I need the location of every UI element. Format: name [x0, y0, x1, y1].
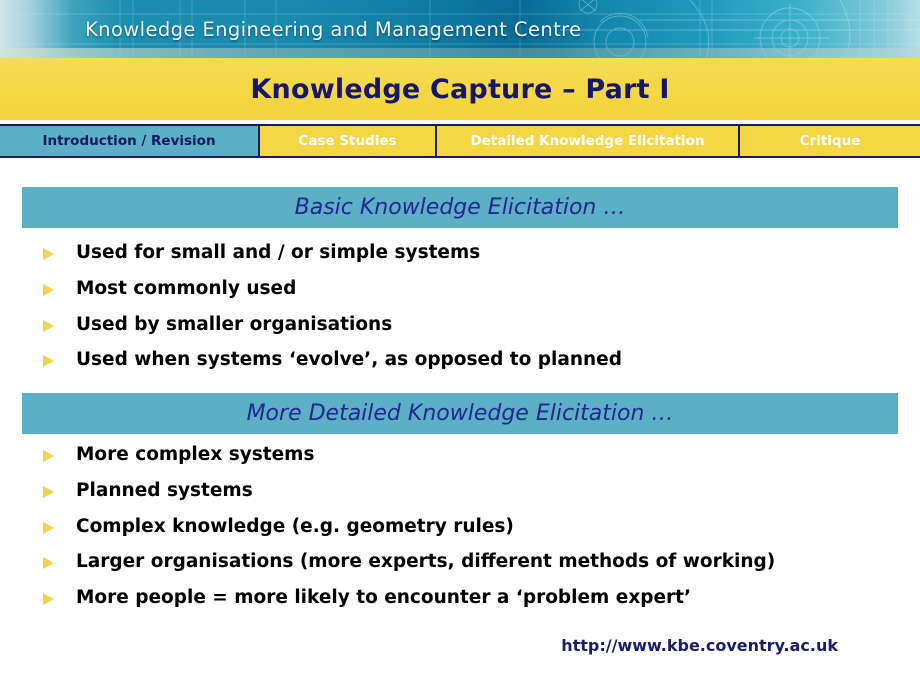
tab-label: Introduction / Revision: [42, 133, 216, 149]
list-item: Complex knowledge (e.g. geometry rules): [42, 514, 892, 541]
list-item-text: Used when systems ‘evolve’, as opposed t…: [76, 349, 622, 371]
triangle-bullet-icon: [42, 283, 56, 297]
list-item-text: Used by smaller organisations: [76, 313, 393, 335]
section-heading-text: Basic Knowledge Elicitation …: [294, 195, 626, 220]
list-item: Used for small and / or simple systems: [42, 240, 892, 267]
section-header-basic-elicitation: Basic Knowledge Elicitation …: [22, 187, 898, 228]
list-item: More complex systems: [42, 442, 892, 469]
triangle-bullet-icon: [42, 449, 56, 463]
list-item: Used by smaller organisations: [42, 312, 892, 339]
triangle-bullet-icon: [42, 592, 56, 606]
triangle-bullet-icon: [42, 319, 56, 333]
list-item: More people = more likely to encounter a…: [42, 585, 892, 612]
tab-label: Detailed Knowledge Elicitation: [470, 133, 705, 149]
triangle-bullet-icon: [42, 521, 56, 535]
section-heading-text: More Detailed Knowledge Elicitation …: [246, 401, 674, 426]
list-item-text: Larger organisations (more experts, diff…: [76, 551, 776, 573]
triangle-bullet-icon: [42, 485, 56, 499]
section-tab-strip[interactable]: Introduction / Revision Case Studies Det…: [0, 124, 920, 158]
triangle-bullet-icon: [42, 354, 56, 368]
list-item: Used when systems ‘evolve’, as opposed t…: [42, 347, 892, 374]
bullet-list-detailed-elicitation: More complex systems Planned systems Com…: [42, 442, 892, 621]
list-item: Most commonly used: [42, 276, 892, 303]
list-item-text: More people = more likely to encounter a…: [76, 587, 692, 609]
list-item-text: Used for small and / or simple systems: [76, 242, 481, 263]
list-item-text: More complex systems: [76, 444, 315, 465]
tab-detailed-knowledge-elicitation[interactable]: Detailed Knowledge Elicitation: [437, 126, 740, 156]
slide-title-bar: Knowledge Capture – Part I: [0, 58, 920, 120]
page-title: Knowledge Capture – Part I: [250, 73, 670, 105]
tab-introduction-revision[interactable]: Introduction / Revision: [0, 126, 260, 156]
page-banner: Knowledge Engineering and Management Cen…: [0, 0, 920, 58]
tab-label: Critique: [799, 133, 861, 149]
triangle-bullet-icon: [42, 247, 56, 261]
list-item-text: Complex knowledge (e.g. geometry rules): [76, 515, 514, 537]
list-item: Larger organisations (more experts, diff…: [42, 549, 892, 576]
list-item-text: Planned systems: [76, 479, 253, 501]
triangle-bullet-icon: [42, 556, 56, 570]
tab-label: Case Studies: [298, 133, 397, 149]
footer-website-url[interactable]: http://www.kbe.coventry.ac.uk: [561, 636, 838, 655]
banner-bottom-fade: [0, 48, 920, 58]
organisation-title: Knowledge Engineering and Management Cen…: [85, 18, 582, 41]
bullet-list-basic-elicitation: Used for small and / or simple systems M…: [42, 240, 892, 383]
list-item: Planned systems: [42, 478, 892, 505]
tab-critique[interactable]: Critique: [740, 126, 920, 156]
tab-case-studies[interactable]: Case Studies: [260, 126, 437, 156]
section-header-more-detailed-elicitation: More Detailed Knowledge Elicitation …: [22, 393, 898, 434]
list-item-text: Most commonly used: [76, 277, 297, 299]
